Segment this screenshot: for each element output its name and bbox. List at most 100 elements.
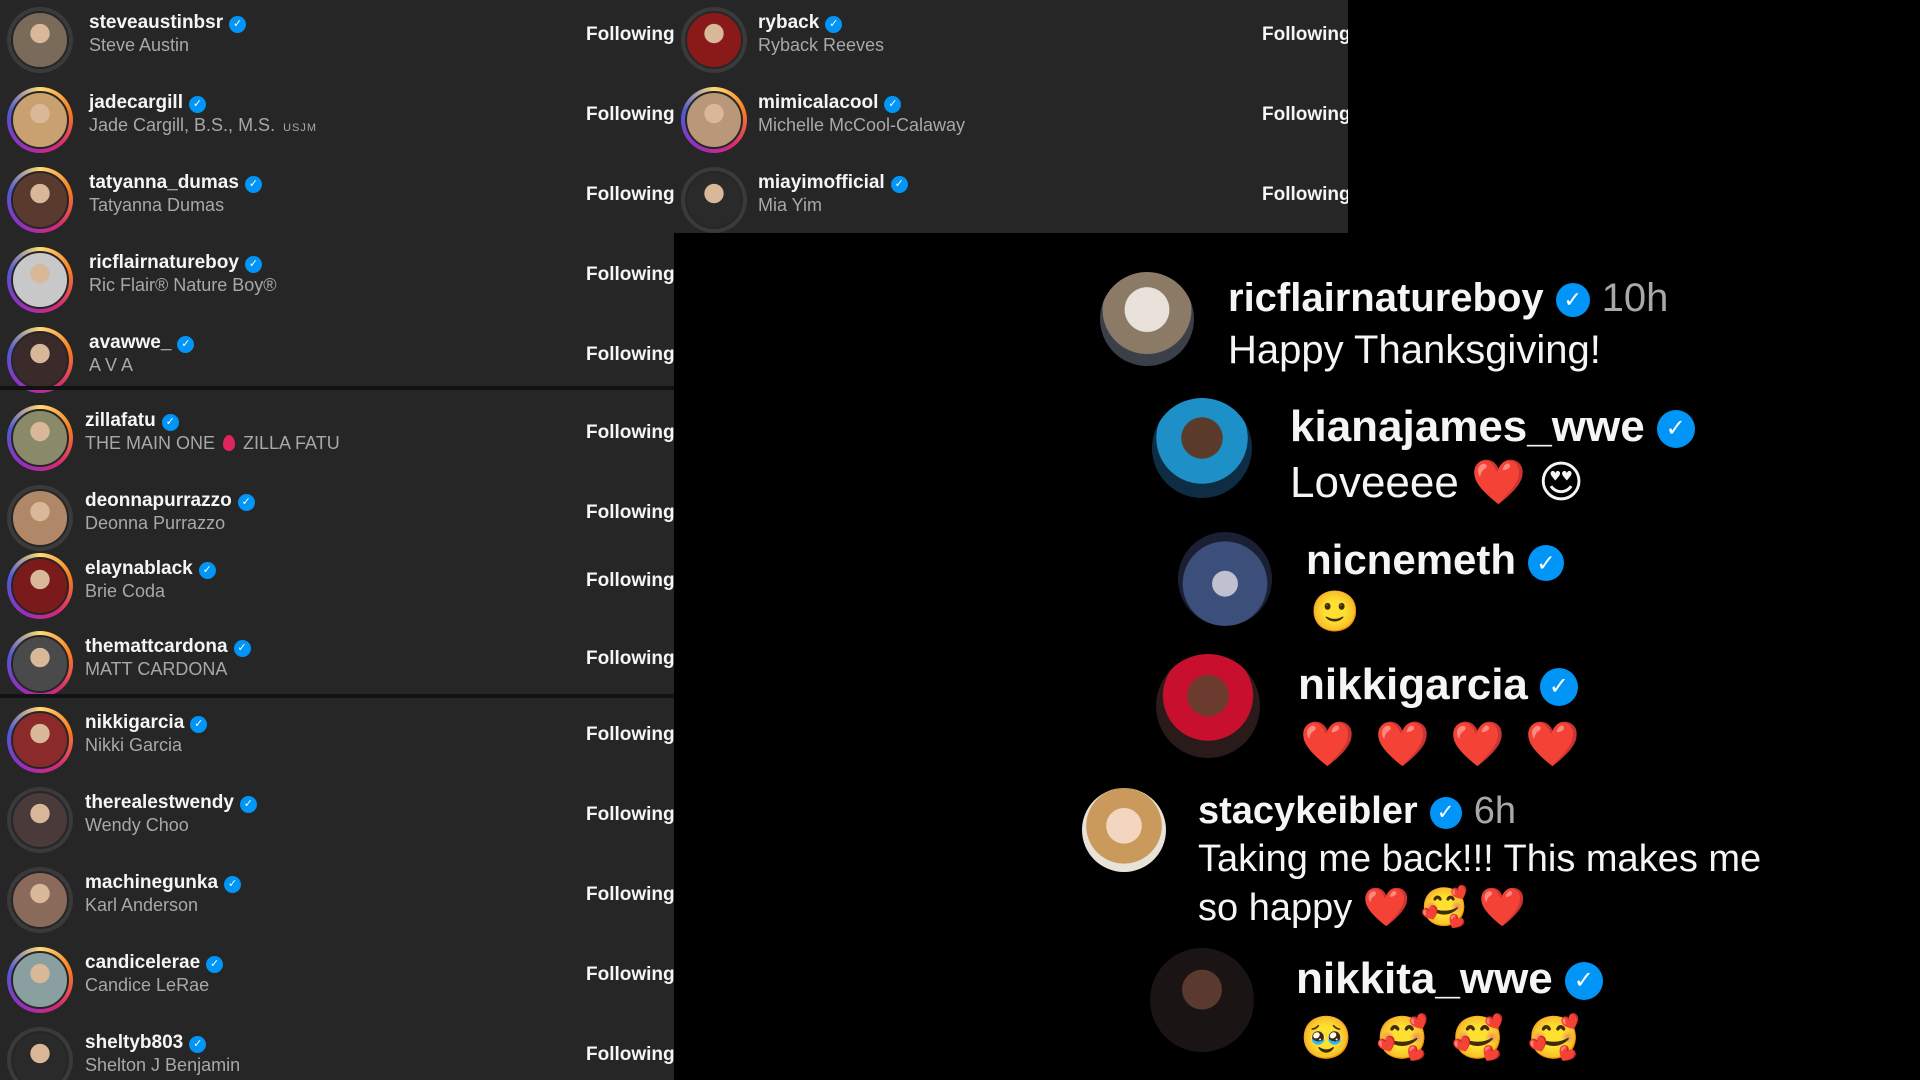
story-ring[interactable] bbox=[7, 631, 73, 697]
following-button[interactable]: Following bbox=[1262, 184, 1348, 206]
comment-username[interactable]: nikkigarcia ✓ bbox=[1298, 660, 1578, 710]
username-text[interactable]: therealestwendy bbox=[85, 792, 234, 813]
avatar[interactable] bbox=[11, 951, 69, 1009]
avatar[interactable] bbox=[11, 791, 69, 849]
username-text[interactable]: avawwe_ bbox=[89, 332, 171, 353]
avatar[interactable] bbox=[11, 711, 69, 769]
following-row[interactable]: machinegunka ✓ Karl Anderson Following bbox=[0, 860, 674, 940]
following-button[interactable]: Following bbox=[586, 184, 674, 206]
username-text[interactable]: ryback bbox=[758, 12, 819, 33]
username[interactable]: tatyanna_dumas ✓ bbox=[89, 172, 262, 194]
username[interactable]: machinegunka ✓ bbox=[85, 872, 242, 894]
comment-username-text[interactable]: stacykeibler bbox=[1198, 790, 1418, 832]
story-ring[interactable] bbox=[7, 327, 73, 393]
story-ring[interactable] bbox=[7, 1027, 73, 1080]
following-row[interactable]: themattcardona ✓ MATT CARDONA Following bbox=[0, 624, 674, 704]
username-text[interactable]: tatyanna_dumas bbox=[89, 172, 239, 193]
comment-username-text[interactable]: nikkita_wwe bbox=[1296, 954, 1553, 1003]
avatar[interactable] bbox=[685, 171, 743, 229]
username-text[interactable]: zillafatu bbox=[85, 410, 156, 431]
following-button[interactable]: Following bbox=[586, 502, 674, 524]
avatar[interactable] bbox=[11, 489, 69, 547]
username-text[interactable]: elaynablack bbox=[85, 558, 193, 579]
following-button[interactable]: Following bbox=[586, 724, 674, 746]
username-text[interactable]: ricflairnatureboy bbox=[89, 252, 239, 273]
avatar[interactable] bbox=[11, 171, 69, 229]
avatar[interactable] bbox=[1082, 788, 1166, 872]
avatar[interactable] bbox=[11, 1031, 69, 1080]
avatar[interactable] bbox=[1152, 398, 1252, 498]
username-text[interactable]: candicelerae bbox=[85, 952, 200, 973]
story-ring[interactable] bbox=[7, 707, 73, 773]
following-row[interactable]: tatyanna_dumas ✓ Tatyanna Dumas Following bbox=[0, 160, 674, 240]
story-ring[interactable] bbox=[7, 7, 73, 73]
following-button[interactable]: Following bbox=[586, 648, 674, 670]
following-row[interactable]: therealestwendy ✓ Wendy Choo Following bbox=[0, 780, 674, 860]
username[interactable]: deonnapurrazzo ✓ bbox=[85, 490, 255, 512]
story-ring[interactable] bbox=[7, 247, 73, 313]
following-row[interactable]: miayimofficial ✓ Mia Yim Following bbox=[674, 160, 1348, 233]
story-ring[interactable] bbox=[7, 553, 73, 619]
following-button[interactable]: Following bbox=[586, 964, 674, 986]
following-button[interactable]: Following bbox=[586, 1044, 674, 1066]
username-text[interactable]: jadecargill bbox=[89, 92, 183, 113]
following-button[interactable]: Following bbox=[586, 104, 674, 126]
following-row[interactable]: nikkigarcia ✓ Nikki Garcia Following bbox=[0, 700, 674, 780]
story-ring[interactable] bbox=[7, 947, 73, 1013]
comment-username[interactable]: nikkita_wwe ✓ bbox=[1296, 954, 1603, 1004]
following-button[interactable]: Following bbox=[586, 570, 674, 592]
username-text[interactable]: steveaustinbsr bbox=[89, 12, 223, 33]
following-row[interactable]: mimicalacool ✓ Michelle McCool-Calaway Foll… bbox=[674, 80, 1348, 160]
comment-username-text[interactable]: nicnemeth bbox=[1306, 536, 1516, 583]
following-button[interactable]: Following bbox=[586, 24, 674, 46]
username[interactable]: elaynablack ✓ bbox=[85, 558, 216, 580]
username[interactable]: steveaustinbsr ✓ bbox=[89, 12, 247, 34]
username-text[interactable]: machinegunka bbox=[85, 872, 218, 893]
following-row[interactable]: steveaustinbsr ✓ Steve Austin Following bbox=[0, 0, 674, 80]
avatar[interactable] bbox=[11, 251, 69, 309]
story-ring[interactable] bbox=[7, 167, 73, 233]
comment-username[interactable]: stacykeibler ✓ 6h bbox=[1198, 790, 1516, 833]
story-ring[interactable] bbox=[7, 87, 73, 153]
avatar[interactable] bbox=[11, 331, 69, 389]
username[interactable]: zillafatu ✓ bbox=[85, 410, 179, 432]
username-text[interactable]: sheltyb803 bbox=[85, 1032, 183, 1053]
following-row[interactable]: candicelerae ✓ Candice LeRae Following bbox=[0, 940, 674, 1020]
story-ring[interactable] bbox=[681, 167, 747, 233]
following-row[interactable]: sheltyb803 ✓ Shelton J Benjamin Following bbox=[0, 1020, 674, 1080]
avatar[interactable] bbox=[685, 11, 743, 69]
following-button[interactable]: Following bbox=[586, 422, 674, 444]
following-button[interactable]: Following bbox=[586, 264, 674, 286]
story-ring[interactable] bbox=[7, 787, 73, 853]
comment-username-text[interactable]: nikkigarcia bbox=[1298, 660, 1528, 709]
username[interactable]: themattcardona ✓ bbox=[85, 636, 251, 658]
following-row[interactable]: elaynablack ✓ Brie Coda Following bbox=[0, 546, 674, 626]
username[interactable]: sheltyb803 ✓ bbox=[85, 1032, 207, 1054]
username[interactable]: mimicalacool ✓ bbox=[758, 92, 902, 114]
avatar[interactable] bbox=[11, 635, 69, 693]
following-row[interactable]: jadecargill ✓ Jade Cargill, B.S., M.S. USJM… bbox=[0, 80, 674, 160]
story-ring[interactable] bbox=[681, 87, 747, 153]
username[interactable]: nikkigarcia ✓ bbox=[85, 712, 208, 734]
username[interactable]: jadecargill ✓ bbox=[89, 92, 206, 114]
following-button[interactable]: Following bbox=[586, 884, 674, 906]
username-text[interactable]: mimicalacool bbox=[758, 92, 878, 113]
following-row[interactable]: ricflairnatureboy ✓ Ric Flair® Nature Boy®… bbox=[0, 240, 674, 320]
following-button[interactable]: Following bbox=[1262, 104, 1348, 126]
username-text[interactable]: miayimofficial bbox=[758, 172, 885, 193]
username[interactable]: candicelerae ✓ bbox=[85, 952, 224, 974]
avatar[interactable] bbox=[11, 871, 69, 929]
comment-username-text[interactable]: ricflairnatureboy bbox=[1228, 276, 1544, 320]
username-text[interactable]: nikkigarcia bbox=[85, 712, 184, 733]
avatar[interactable] bbox=[1178, 532, 1272, 626]
avatar[interactable] bbox=[685, 91, 743, 149]
avatar[interactable] bbox=[11, 91, 69, 149]
comment-username[interactable]: kianajames_wwe ✓ bbox=[1290, 402, 1695, 452]
story-ring[interactable] bbox=[7, 405, 73, 471]
username[interactable]: miayimofficial ✓ bbox=[758, 172, 908, 194]
story-ring[interactable] bbox=[7, 867, 73, 933]
username[interactable]: ryback ✓ bbox=[758, 12, 843, 34]
following-button[interactable]: Following bbox=[586, 804, 674, 826]
story-ring[interactable] bbox=[681, 7, 747, 73]
following-button[interactable]: Following bbox=[1262, 24, 1348, 46]
